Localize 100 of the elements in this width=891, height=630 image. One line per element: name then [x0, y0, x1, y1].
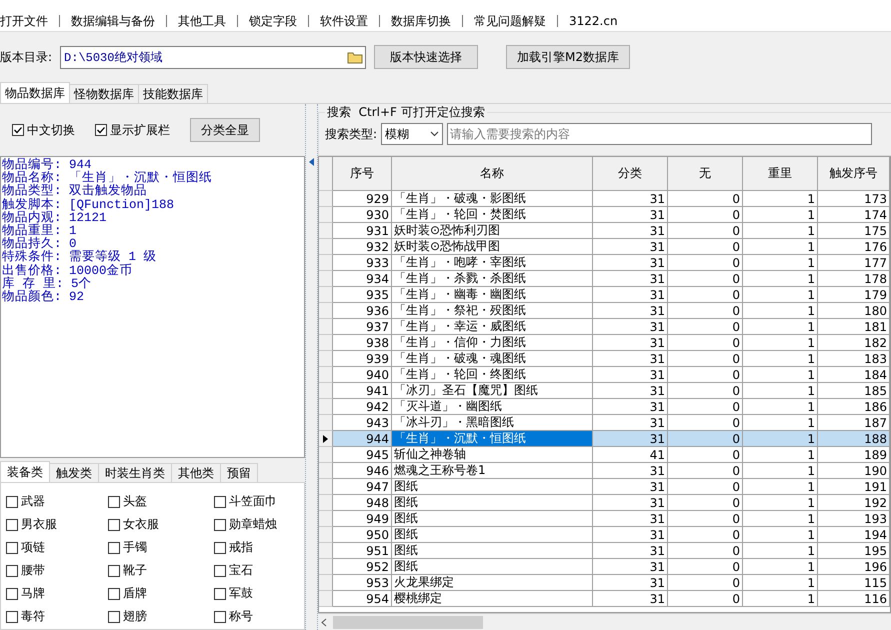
checkbox[interactable]	[6, 496, 18, 508]
table-cell: 937	[333, 319, 392, 335]
checkbox[interactable]	[108, 564, 120, 576]
table-cell: 31	[593, 207, 668, 223]
checkbox[interactable]	[214, 518, 226, 530]
search-field[interactable]: 请输入需要搜索的内容	[447, 123, 872, 145]
category-label: 头盔	[123, 493, 147, 510]
chevron-down-icon	[430, 131, 440, 137]
table-cell: 「生肖」・沉默・恒图纸	[392, 431, 593, 447]
category-label: 盾牌	[123, 585, 147, 602]
table-cell: 31	[593, 303, 668, 319]
menu-item[interactable]: 锁定字段	[249, 14, 309, 26]
table-cell: 「生肖」・轮回・焚图纸	[392, 207, 593, 223]
table-cell: 31	[593, 383, 668, 399]
column-header[interactable]: 无	[668, 157, 743, 191]
category-label: 宝石	[229, 562, 253, 579]
table-cell: 31	[593, 351, 668, 367]
category-tab[interactable]: 预留	[220, 463, 258, 482]
menu-item[interactable]: 其他工具	[178, 14, 238, 26]
menu-item[interactable]: 常见问题解疑	[474, 14, 558, 26]
table-cell: 31	[593, 591, 668, 607]
table-cell: 1	[743, 239, 818, 255]
menu-item[interactable]: 数据库切换	[391, 14, 463, 26]
checkbox[interactable]	[108, 542, 120, 554]
table-cell: 1	[743, 415, 818, 431]
category-tab[interactable]: 触发类	[49, 463, 99, 482]
table-cell: 「冰斗刃」・黑暗图纸	[392, 415, 593, 431]
table-cell: 31	[593, 319, 668, 335]
checkbox[interactable]	[6, 542, 18, 554]
collapse-arrow-icon[interactable]	[309, 158, 314, 166]
column-header[interactable]: 重里	[743, 157, 818, 191]
table-cell: 31	[593, 527, 668, 543]
checkbox[interactable]	[108, 588, 120, 600]
checkbox[interactable]	[214, 564, 226, 576]
checkbox[interactable]	[6, 610, 18, 622]
show-all-button[interactable]: 分类全显	[190, 118, 260, 142]
table-cell: 186	[818, 399, 890, 415]
table-cell: 31	[593, 479, 668, 495]
menu-item[interactable]: 3122.cn	[569, 14, 629, 26]
option-label: 显示扩展栏	[110, 122, 170, 138]
column-header[interactable]: 触发序号	[818, 157, 890, 191]
table-cell: 0	[668, 575, 743, 591]
table-cell: 妖时装⊙恐怖战甲图	[392, 239, 593, 255]
column-header[interactable]: 分类	[593, 157, 668, 191]
table-cell: 樱桃绑定	[392, 591, 593, 607]
scroll-left-icon[interactable]	[321, 618, 327, 626]
table-cell: 0	[668, 559, 743, 575]
checkbox[interactable]	[108, 496, 120, 508]
table-cell: 0	[668, 335, 743, 351]
checkbox[interactable]	[12, 124, 24, 136]
checkbox[interactable]	[214, 496, 226, 508]
category-label: 斗笠面巾	[229, 493, 277, 510]
checkbox[interactable]	[214, 610, 226, 622]
category-tab[interactable]: 装备类	[0, 461, 50, 482]
checkbox[interactable]	[95, 124, 107, 136]
row-header[interactable]	[319, 431, 333, 447]
database-tab[interactable]: 技能数据库	[138, 84, 208, 103]
table-cell: 0	[668, 367, 743, 383]
info-line: 出售价格: 10000金币	[2, 264, 134, 278]
checkbox[interactable]	[6, 564, 18, 576]
checkbox[interactable]	[6, 518, 18, 530]
menu-item[interactable]: 软件设置	[320, 14, 380, 26]
table-cell: 图纸	[392, 511, 593, 527]
table-cell: 0	[668, 399, 743, 415]
menu-item[interactable]: 打开文件	[0, 14, 60, 26]
checkbox[interactable]	[6, 588, 18, 600]
search-type-select[interactable]: 模糊	[381, 123, 444, 145]
table-cell: 1	[743, 335, 818, 351]
folder-icon[interactable]	[347, 50, 364, 64]
checkbox[interactable]	[108, 610, 120, 622]
table-cell: 燃魂之王称号卷1	[392, 463, 593, 479]
checkbox[interactable]	[108, 518, 120, 530]
table-cell: 0	[668, 543, 743, 559]
table-cell: 「冰刃」圣石【魔咒】图纸	[392, 383, 593, 399]
table-cell: 0	[668, 511, 743, 527]
column-header[interactable]: 序号	[333, 157, 392, 191]
table-cell: 1	[743, 223, 818, 239]
horizontal-scrollbar[interactable]	[318, 613, 891, 630]
table-cell: 953	[333, 575, 392, 591]
checkbox[interactable]	[214, 542, 226, 554]
column-header[interactable]: 名称	[392, 157, 593, 191]
table-cell: 190	[818, 463, 890, 479]
table-cell: 174	[818, 207, 890, 223]
table-cell: 「生肖」・祭祀・殁图纸	[392, 303, 593, 319]
category-label: 勋章蜡烛	[229, 516, 277, 533]
database-tab[interactable]: 物品数据库	[0, 82, 70, 103]
table-cell: 斩仙之神卷轴	[392, 447, 593, 463]
category-tab[interactable]: 时装生肖类	[98, 463, 172, 482]
checkbox[interactable]	[214, 588, 226, 600]
table-cell: 185	[818, 383, 890, 399]
info-line: 触发脚本: [QFunction]188	[2, 198, 176, 212]
category-tab[interactable]: 其他类	[171, 463, 221, 482]
quick-select-button[interactable]: 版本快速选择	[374, 45, 478, 69]
table-cell: 934	[333, 271, 392, 287]
path-field[interactable]: D:\5030绝对领域	[60, 46, 366, 68]
table-cell: 1	[743, 511, 818, 527]
option-label: 中文切换	[27, 122, 75, 138]
load-database-button[interactable]: 加载引擎M2数据库	[506, 45, 630, 69]
menu-item[interactable]: 数据编辑与备份	[71, 14, 167, 26]
database-tab[interactable]: 怪物数据库	[69, 84, 139, 103]
